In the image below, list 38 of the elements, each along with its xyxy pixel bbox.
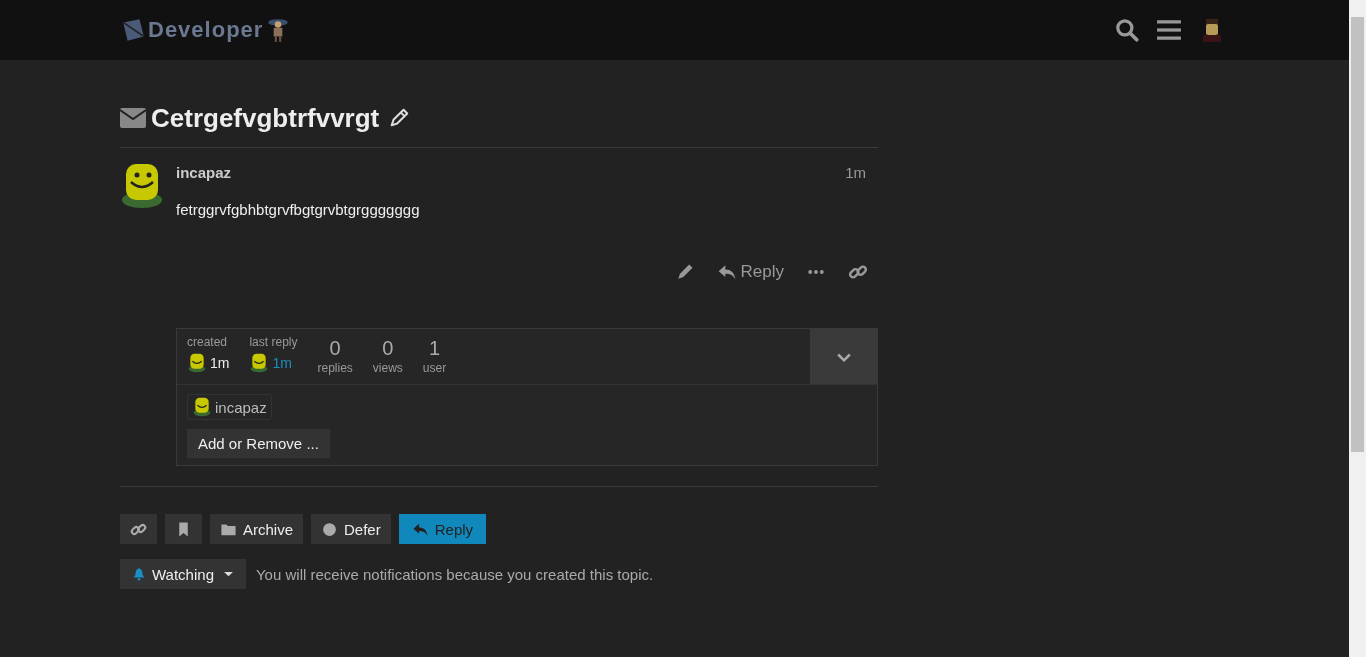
username[interactable]: incapaz: [176, 164, 232, 181]
bell-icon: [132, 567, 146, 581]
post-text: fetrggrvfgbhbtgrvfbgtgrvbtgrggggggg: [176, 201, 421, 218]
stat-label: views: [372, 361, 403, 375]
bookmark-button[interactable]: [165, 514, 202, 544]
post-age[interactable]: 1m: [845, 164, 866, 181]
notification-reason: You will receive notifications because you created this topic.: [256, 565, 654, 583]
circle-icon: [321, 520, 339, 538]
logo[interactable]: Developer: [120, 17, 292, 43]
reply-button[interactable]: Reply: [716, 262, 784, 282]
archive-button[interactable]: Archive: [210, 514, 304, 544]
search-icon[interactable]: [1114, 17, 1140, 43]
defer-button[interactable]: Defer: [311, 514, 391, 544]
time-ago[interactable]: 1m: [272, 355, 292, 371]
user-avatar: [249, 353, 270, 373]
scrollbar[interactable]: [1349, 0, 1366, 657]
cube-icon: [120, 17, 146, 43]
stat-label: user: [422, 361, 447, 375]
link-button[interactable]: [120, 514, 157, 544]
stat-number: 0: [329, 337, 341, 360]
notification-dropdown[interactable]: Watching: [120, 559, 246, 589]
pencil-icon[interactable]: [388, 107, 411, 129]
reply-button[interactable]: Reply: [398, 514, 487, 544]
caret-icon: [223, 570, 234, 578]
user-avatar: [120, 162, 164, 210]
menu-icon[interactable]: [1156, 17, 1182, 43]
stat-number: 0: [382, 337, 394, 360]
participant-chip[interactable]: incapaz: [187, 394, 272, 420]
stat-label: created: [187, 335, 229, 349]
time-ago[interactable]: 1m: [210, 355, 230, 371]
stat-number: 1: [428, 337, 441, 360]
add-remove-button[interactable]: Add or Remove ...: [187, 429, 330, 458]
stat-label: replies: [317, 361, 353, 375]
topic-title: Cetrgefvgbtrfvvrgt: [151, 102, 380, 134]
link-icon[interactable]: [848, 262, 868, 282]
user-avatar: [187, 353, 207, 373]
user-avatar: [192, 397, 212, 417]
stat-label: last reply: [249, 335, 298, 349]
